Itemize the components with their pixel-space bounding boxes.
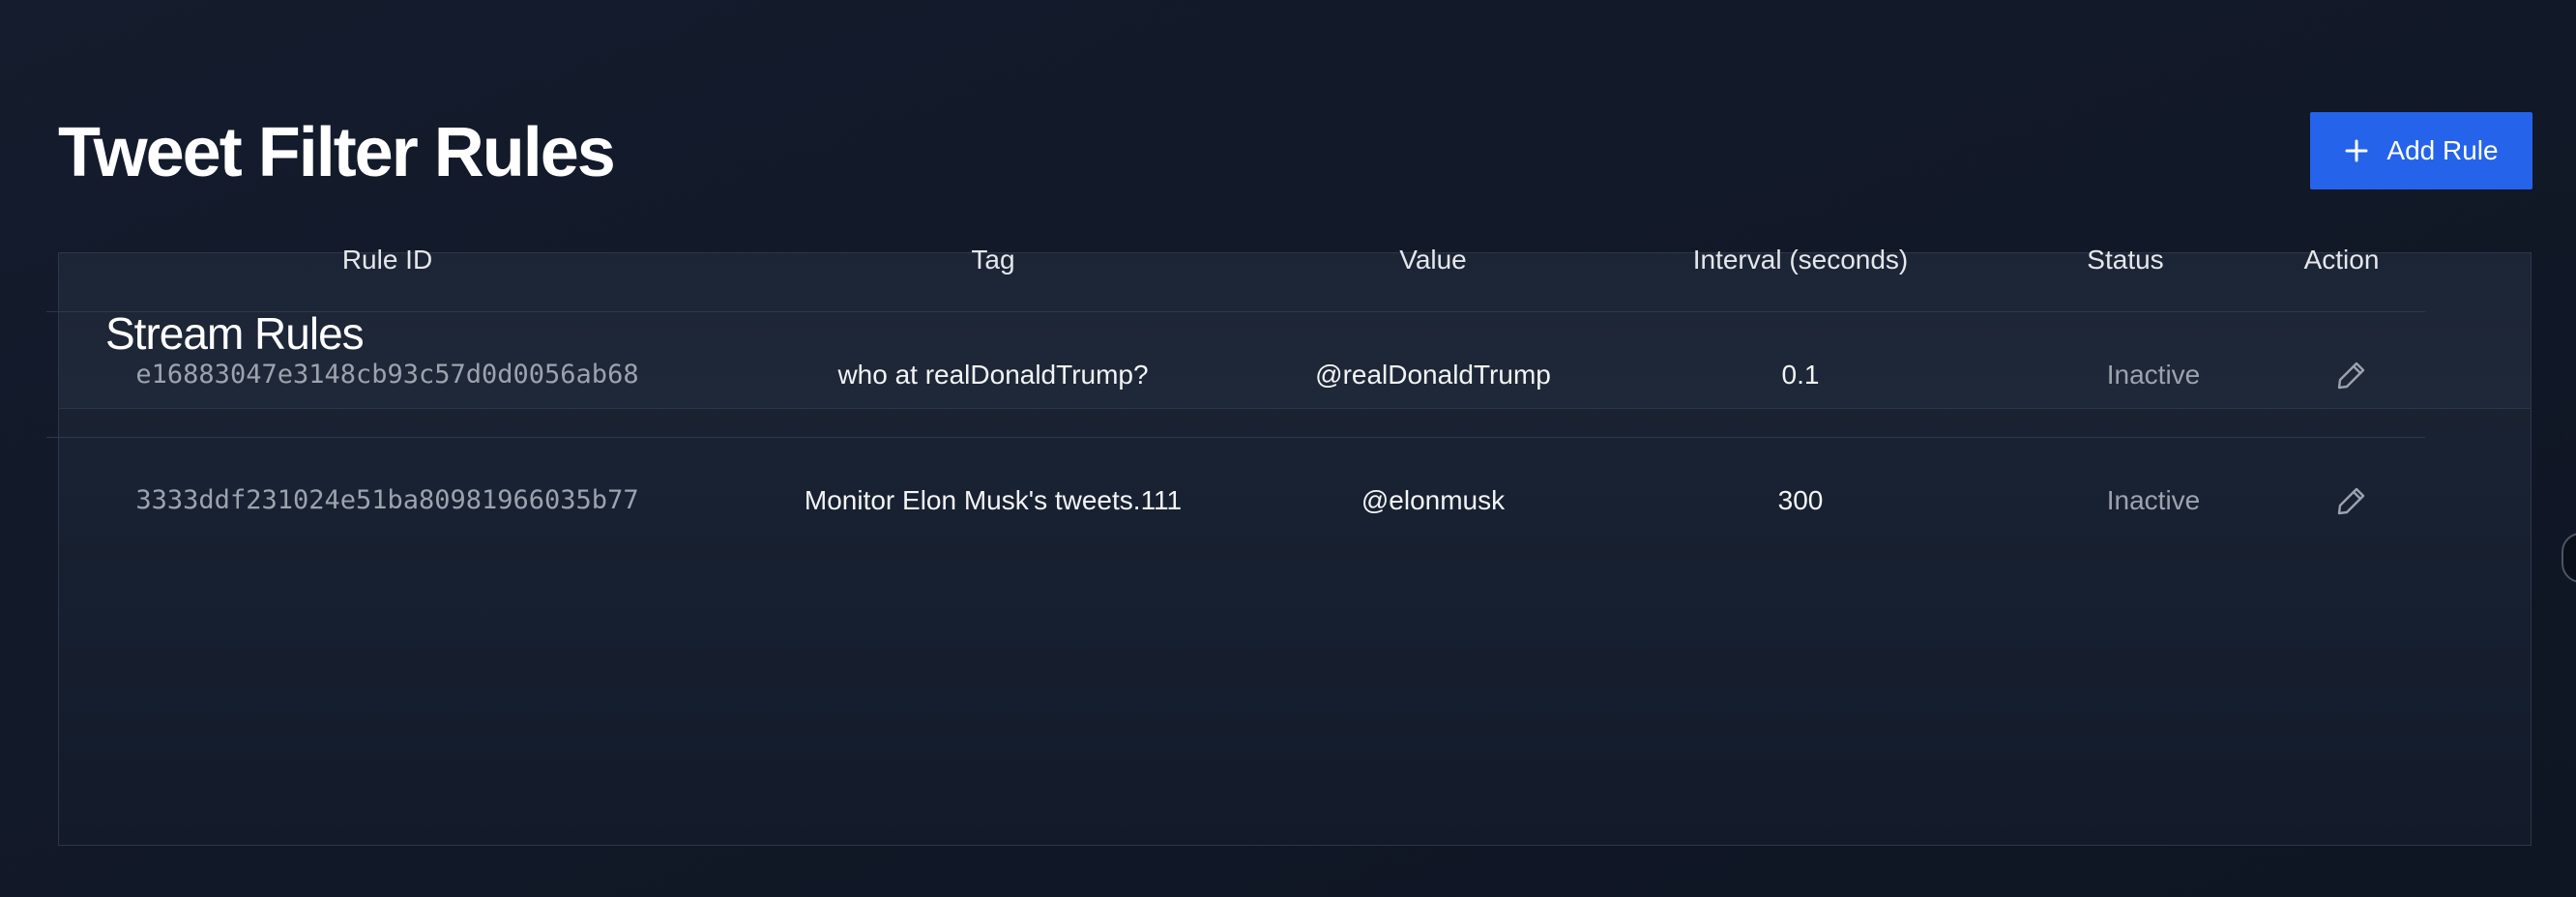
- tag-cell: who at realDonaldTrump?: [728, 311, 1258, 438]
- table-header-row: Rule ID Tag Value Interval (seconds) Sta…: [46, 209, 2425, 312]
- column-header-tag: Tag: [728, 209, 1258, 312]
- pencil-icon: [2337, 487, 2364, 514]
- edit-rule-button[interactable]: [2334, 358, 2369, 392]
- value-cell: @realDonaldTrump: [1258, 311, 1608, 438]
- column-header-rule-id: Rule ID: [46, 209, 728, 312]
- pencil-icon: [2337, 362, 2364, 389]
- side-scroll-handle[interactable]: [2561, 533, 2576, 583]
- table-row: e16883047e3148cb93c57d0d0056ab68 who at …: [46, 311, 2425, 438]
- action-cell: [2258, 438, 2425, 564]
- edit-rule-button[interactable]: [2334, 483, 2369, 518]
- status-text: Inactive: [2106, 484, 2201, 515]
- add-rule-button[interactable]: Add Rule: [2310, 112, 2532, 189]
- column-header-status: Status: [1993, 209, 2258, 312]
- plus-icon: [2345, 139, 2368, 162]
- add-rule-label: Add Rule: [2386, 135, 2499, 165]
- rules-table: Rule ID Tag Value Interval (seconds) Sta…: [46, 209, 2425, 563]
- rules-table-container: Rule ID Tag Value Interval (seconds) Sta…: [46, 209, 2425, 563]
- interval-cell: 300: [1777, 484, 1824, 515]
- rule-id-cell: 3333ddf231024e51ba80981966035b77: [135, 485, 639, 515]
- interval-cell: 0.1: [1608, 311, 1993, 438]
- table-row: 3333ddf231024e51ba80981966035b77 Monitor…: [46, 438, 2425, 564]
- status-text: Inactive: [2106, 359, 2201, 390]
- action-cell: [2258, 311, 2425, 438]
- page-title: Tweet Filter Rules: [58, 114, 616, 191]
- rule-id-cell: e16883047e3148cb93c57d0d0056ab68: [46, 311, 728, 438]
- status-cell: Inactive: [1993, 311, 2258, 438]
- column-header-value: Value: [1258, 209, 1608, 312]
- status-cell: Inactive: [1993, 438, 2258, 564]
- tag-cell: Monitor Elon Musk's tweets.111: [804, 484, 1183, 515]
- value-cell: @elonmusk: [1361, 484, 1506, 515]
- column-header-action: Action: [2258, 209, 2425, 312]
- column-header-interval: Interval (seconds): [1608, 209, 1993, 312]
